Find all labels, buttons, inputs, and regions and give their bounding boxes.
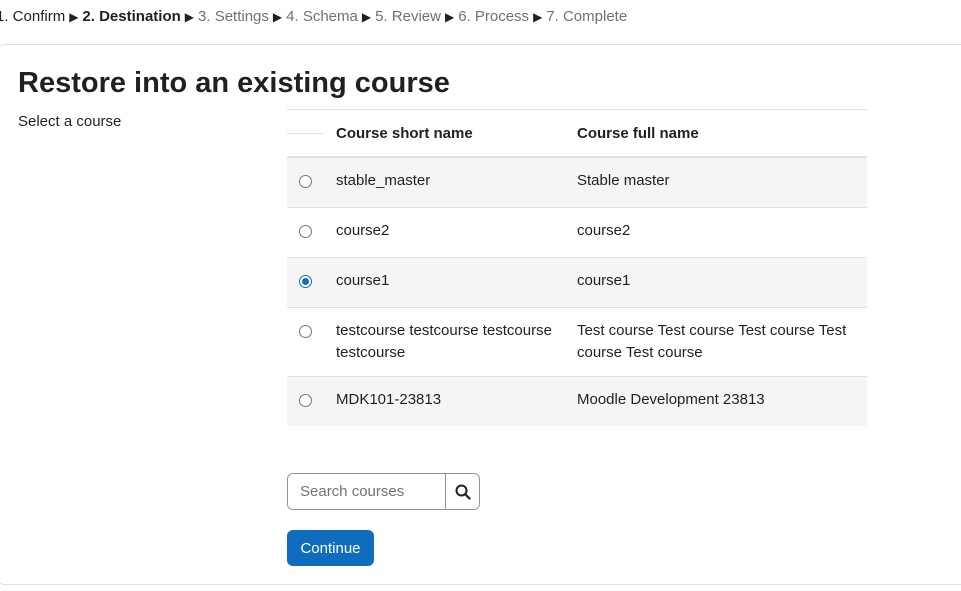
select-column-header: [287, 109, 324, 158]
step-separator: ▶: [184, 10, 195, 24]
course-short-name: testcourse testcourse testcourse testcou…: [324, 307, 565, 377]
course-short-name: course1: [324, 257, 565, 308]
step-process: 6. Process: [458, 8, 530, 25]
course-full-name: Stable master: [565, 157, 867, 208]
table-row[interactable]: testcourse testcourse testcourse testcou…: [287, 307, 867, 377]
step-review: 5. Review: [375, 8, 441, 25]
column-header-short-name: Course short name: [324, 109, 565, 158]
course-full-name: course2: [565, 207, 867, 258]
course-selection-table: Course short name Course full name stabl…: [287, 109, 867, 426]
step-settings: 3. Settings: [198, 8, 269, 25]
step-separator: ▶: [533, 10, 543, 24]
course-full-name: course1: [565, 257, 867, 308]
select-course-label: Select a course: [18, 113, 122, 130]
search-icon: [455, 484, 471, 500]
course-full-name: Moodle Development 23813: [565, 376, 867, 426]
column-header-full-name: Course full name: [565, 109, 867, 158]
course-radio-course2[interactable]: [299, 225, 312, 238]
course-short-name: stable_master: [324, 157, 565, 208]
restore-progress-steps: 1. Confirm ▶ 2. Destination ▶ 3. Settings ▶ 4.…: [0, 7, 627, 27]
step-separator: ▶: [272, 10, 283, 24]
step-confirm: 1. Confirm: [0, 8, 66, 25]
step-separator: ▶: [444, 10, 455, 24]
course-radio-mdk101[interactable]: [299, 394, 312, 407]
course-short-name: course2: [324, 207, 565, 258]
table-row[interactable]: stable_master Stable master: [287, 157, 867, 208]
step-separator: ▶: [69, 10, 79, 24]
course-radio-course1[interactable]: [299, 275, 312, 288]
table-row[interactable]: MDK101-23813 Moodle Development 23813: [287, 376, 867, 426]
course-radio-testcourse[interactable]: [299, 325, 312, 338]
page-title: Restore into an existing course: [18, 67, 450, 99]
continue-button[interactable]: Continue: [287, 530, 374, 566]
course-full-name: Test course Test course Test course Test…: [565, 307, 867, 377]
step-destination: 2. Destination: [82, 8, 181, 25]
table-header-row: Course short name Course full name: [287, 109, 867, 158]
step-complete: 7. Complete: [546, 8, 628, 25]
search-button[interactable]: [445, 474, 479, 509]
search-courses-input[interactable]: [288, 474, 445, 509]
course-radio-stable-master[interactable]: [299, 175, 312, 188]
search-courses-group: [287, 473, 480, 510]
step-schema: 4. Schema: [286, 8, 358, 25]
table-row[interactable]: course2 course2: [287, 207, 867, 258]
course-short-name: MDK101-23813: [324, 376, 565, 426]
step-separator: ▶: [361, 10, 372, 24]
table-row[interactable]: course1 course1: [287, 257, 867, 308]
